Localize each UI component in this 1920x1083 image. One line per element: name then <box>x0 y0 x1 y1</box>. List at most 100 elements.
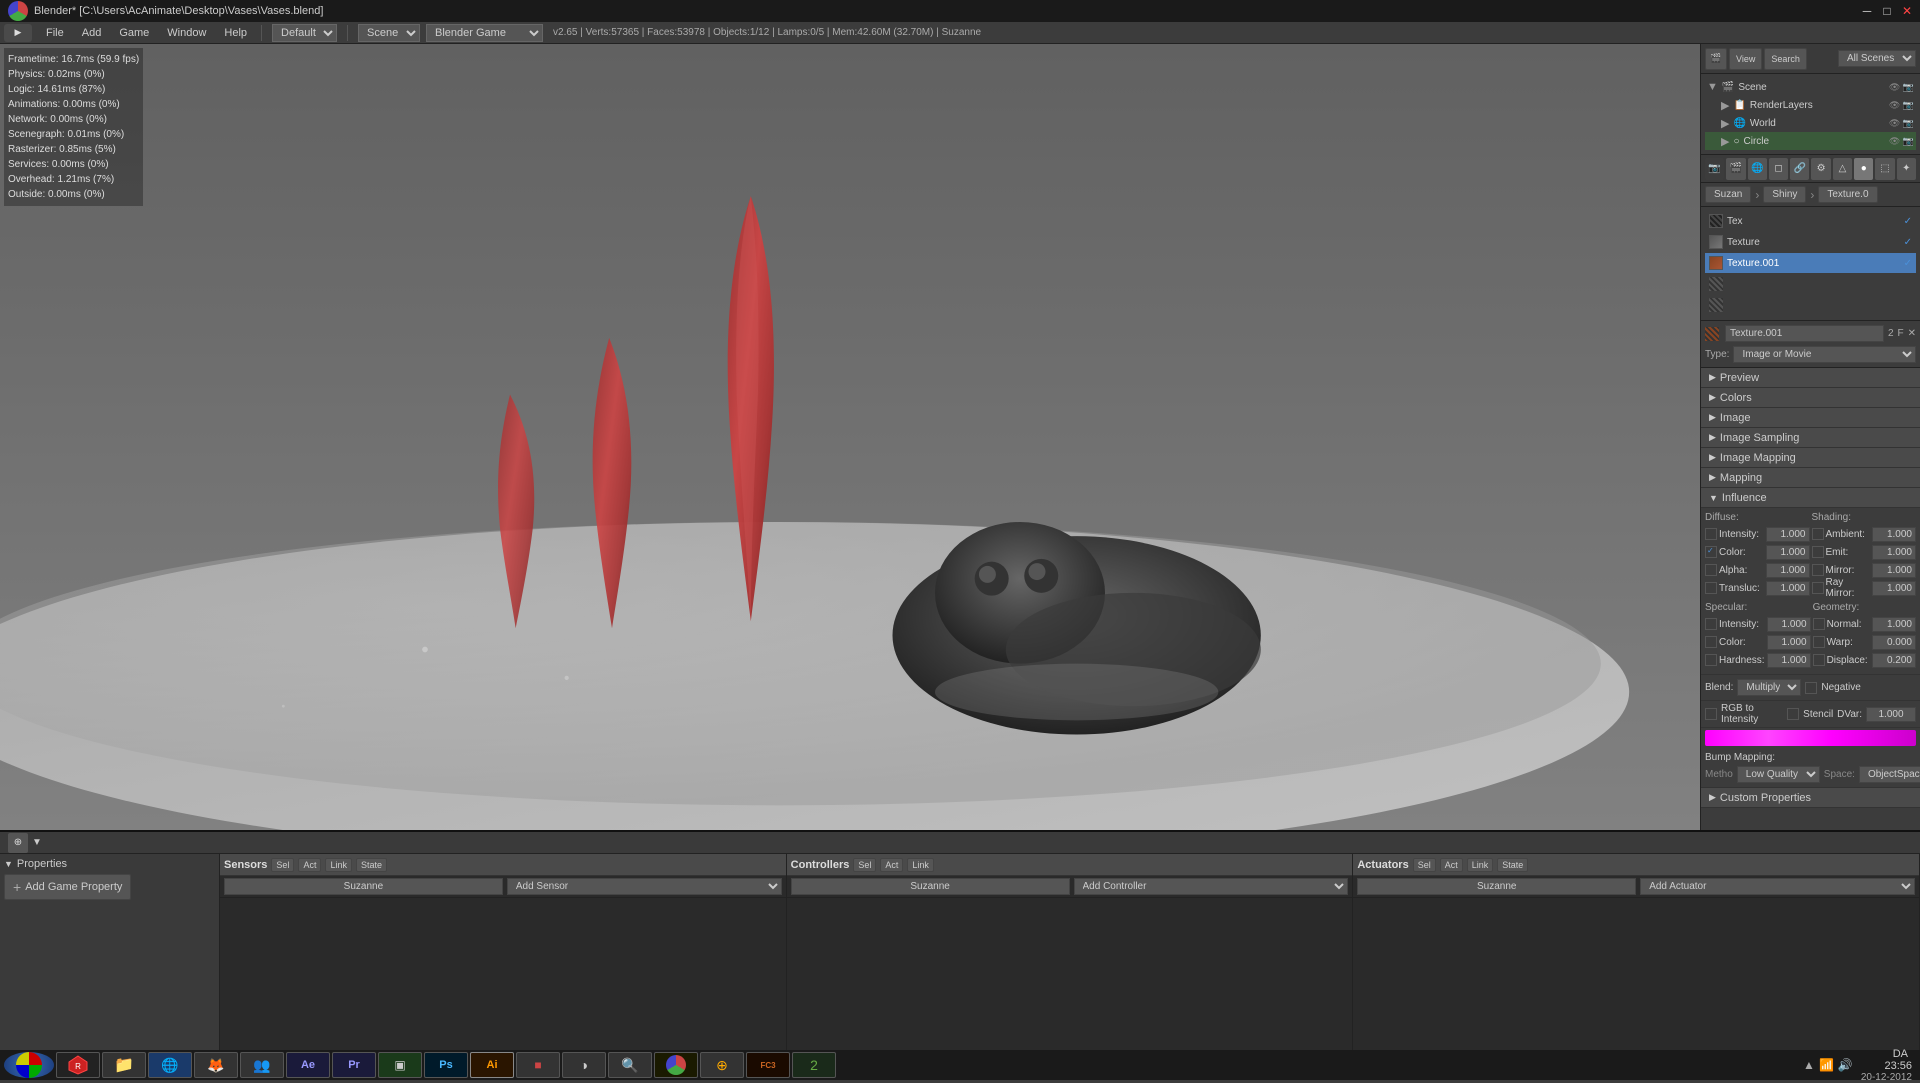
world-tab[interactable]: 🌐 <box>1748 158 1767 180</box>
taskbar-app-after-effects[interactable]: Ae <box>286 1052 330 1078</box>
sensors-act-btn[interactable]: Act <box>298 858 321 872</box>
rgb-check[interactable] <box>1705 708 1717 720</box>
menu-game[interactable]: Game <box>111 25 157 41</box>
taskbar-app-app8[interactable]: 🔍 <box>608 1052 652 1078</box>
ambient-check[interactable] <box>1812 528 1824 540</box>
texture-type-select[interactable]: Image or Movie <box>1733 346 1916 363</box>
all-scenes-select[interactable]: All Scenes <box>1838 50 1916 67</box>
controllers-link-btn[interactable]: Link <box>907 858 934 872</box>
render-tab[interactable]: 📷 <box>1705 158 1724 180</box>
spec-intensity-val[interactable]: 1.000 <box>1767 617 1811 632</box>
controllers-sel-btn[interactable]: Sel <box>853 858 876 872</box>
texture-F-btn[interactable]: F <box>1898 328 1904 339</box>
scene-icon[interactable]: 🎬 <box>1705 48 1727 70</box>
taskbar-app-firefox[interactable]: 🦊 <box>194 1052 238 1078</box>
maximize-button[interactable]: □ <box>1878 2 1896 20</box>
menu-window[interactable]: Window <box>159 25 214 41</box>
tex-row-texture[interactable]: Texture ✓ <box>1705 232 1916 252</box>
actuators-sel-btn[interactable]: Sel <box>1413 858 1436 872</box>
texture0-button[interactable]: Texture.0 <box>1818 186 1877 203</box>
view-btn[interactable]: View <box>1729 48 1762 70</box>
texture-X-btn[interactable]: ✕ <box>1908 328 1916 339</box>
sensors-sel-btn[interactable]: Sel <box>271 858 294 872</box>
transluc-check[interactable] <box>1705 582 1717 594</box>
shiny-button[interactable]: Shiny <box>1763 186 1806 203</box>
section-colors-header[interactable]: ▶ Colors <box>1701 388 1920 408</box>
taskbar-app-app6[interactable]: ■ <box>516 1052 560 1078</box>
sensors-link-btn[interactable]: Link <box>325 858 352 872</box>
taskbar-app-contacts[interactable]: 👥 <box>240 1052 284 1078</box>
taskbar-app-app5[interactable]: ▣ <box>378 1052 422 1078</box>
menu-file[interactable]: File <box>38 25 72 41</box>
tray-icon-1[interactable]: ▲ <box>1803 1058 1815 1072</box>
spec-color-check[interactable] <box>1705 636 1717 648</box>
section-image-header[interactable]: ▶ Image <box>1701 408 1920 428</box>
ambient-val[interactable]: 1.000 <box>1872 527 1916 542</box>
right-panel-scroll[interactable]: Tex ✓ Texture ✓ Texture.001 ✓ <box>1701 207 1920 830</box>
taskbar-app-farcry3[interactable]: FC3 <box>746 1052 790 1078</box>
taskbar-app-app9[interactable]: ⊕ <box>700 1052 744 1078</box>
minimize-button[interactable]: ─ <box>1858 2 1876 20</box>
render-icon[interactable]: ▶ <box>4 24 32 42</box>
data-tab[interactable]: △ <box>1833 158 1852 180</box>
material-tab[interactable]: ● <box>1854 158 1873 180</box>
sensors-obj-name[interactable]: Suzanne <box>224 878 503 895</box>
intensity-val[interactable]: 1.000 <box>1766 527 1810 542</box>
normal-val[interactable]: 1.000 <box>1872 617 1916 632</box>
section-preview-header[interactable]: ▶ Preview <box>1701 368 1920 388</box>
ray-mirror-val[interactable]: 1.000 <box>1872 581 1916 596</box>
negative-check[interactable] <box>1805 682 1817 694</box>
displace-check[interactable] <box>1813 654 1825 666</box>
add-actuator-select[interactable]: Add Actuator <box>1640 878 1915 895</box>
scene-tab[interactable]: 🎬 <box>1726 158 1745 180</box>
tex-check-texture[interactable]: ✓ <box>1904 237 1912 248</box>
scene-tree-circle[interactable]: ▶ ○ Circle 👁 📷 <box>1705 132 1916 150</box>
color-swatch[interactable] <box>1705 730 1916 746</box>
alpha-val[interactable]: 1.000 <box>1766 563 1810 578</box>
start-button[interactable] <box>4 1052 54 1078</box>
tex-row-empty2[interactable] <box>1705 295 1916 315</box>
taskbar-app-blender[interactable] <box>654 1052 698 1078</box>
constraints-tab[interactable]: 🔗 <box>1790 158 1809 180</box>
taskbar-app-ie[interactable]: 🌐 <box>148 1052 192 1078</box>
actuators-link-btn[interactable]: Link <box>1467 858 1494 872</box>
bump-space-select[interactable]: ObjectSpace <box>1859 766 1920 783</box>
color-check[interactable] <box>1705 546 1717 558</box>
section-mapping-header[interactable]: ▶ Mapping <box>1701 468 1920 488</box>
search-btn[interactable]: Search <box>1764 48 1807 70</box>
actuators-act-btn[interactable]: Act <box>1440 858 1463 872</box>
taskbar-app-explorer[interactable]: 📁 <box>102 1052 146 1078</box>
actuators-obj-name[interactable]: Suzanne <box>1357 878 1636 895</box>
taskbar-app-photoshop[interactable]: Ps <box>424 1052 468 1078</box>
section-image-mapping-header[interactable]: ▶ Image Mapping <box>1701 448 1920 468</box>
emit-val[interactable]: 1.000 <box>1872 545 1916 560</box>
controllers-act-btn[interactable]: Act <box>880 858 903 872</box>
stencil-check[interactable] <box>1787 708 1799 720</box>
spec-color-val[interactable]: 1.000 <box>1767 635 1811 650</box>
layout-select[interactable]: Default <box>272 24 337 42</box>
actuators-state-btn[interactable]: State <box>1497 858 1528 872</box>
bump-method-select[interactable]: Low Quality <box>1737 766 1820 783</box>
engine-select[interactable]: Blender Game <box>426 24 543 42</box>
scene-tree-world[interactable]: ▶ 🌐 World 👁 📷 <box>1705 114 1916 132</box>
intensity-check[interactable] <box>1705 528 1717 540</box>
transluc-val[interactable]: 1.000 <box>1766 581 1810 596</box>
taskbar-app-app7[interactable]: ◑ <box>562 1052 606 1078</box>
tray-icon-volume[interactable]: 🔊 <box>1838 1058 1853 1072</box>
taskbar-app-premiere[interactable]: Pr <box>332 1052 376 1078</box>
object-tab[interactable]: ◻ <box>1769 158 1788 180</box>
warp-val[interactable]: 0.000 <box>1872 635 1916 650</box>
suzan-button[interactable]: Suzan <box>1705 186 1751 203</box>
scene-tree-render-layers[interactable]: ▶ 📋 RenderLayers 👁 📷 <box>1705 96 1916 114</box>
emit-check[interactable] <box>1812 546 1824 558</box>
scene-select[interactable]: Scene <box>358 24 420 42</box>
tray-icon-network[interactable]: 📶 <box>1819 1058 1834 1072</box>
mirror-check[interactable] <box>1812 564 1824 576</box>
dvar-val[interactable]: 1.000 <box>1866 707 1916 722</box>
taskbar-app-illustrator[interactable]: Ai <box>470 1052 514 1078</box>
section-image-sampling-header[interactable]: ▶ Image Sampling <box>1701 428 1920 448</box>
close-button[interactable]: ✕ <box>1898 2 1916 20</box>
lang-indicator[interactable]: DA <box>1889 1048 1912 1060</box>
particles-tab[interactable]: ✦ <box>1897 158 1916 180</box>
tex-check-tex[interactable]: ✓ <box>1904 216 1912 227</box>
